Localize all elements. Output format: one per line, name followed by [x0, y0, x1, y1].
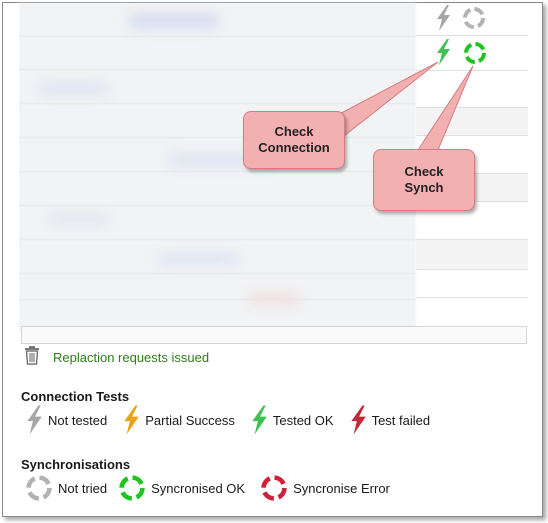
- trash-icon[interactable]: [23, 345, 41, 370]
- sync-green-icon: [119, 475, 145, 501]
- legend-syncronised-ok: Syncronised OK: [117, 473, 245, 503]
- sync-gray-icon[interactable]: [461, 5, 487, 31]
- bolt-gray-icon[interactable]: [434, 4, 452, 32]
- legend-not-tested: Not tested: [24, 404, 107, 436]
- check-connection-callout: Check Connection: [243, 111, 345, 169]
- bolt-orange-icon: [124, 405, 140, 435]
- connection-tests-title: Connection Tests: [21, 389, 130, 404]
- status-message: Replaction requests issued: [53, 349, 210, 365]
- sync-green-icon[interactable]: [462, 40, 488, 66]
- legend-tested-ok: Tested OK: [249, 404, 334, 436]
- bolt-green-icon: [252, 405, 267, 435]
- legend-partial-success: Partial Success: [121, 404, 235, 436]
- legend-syncronise-error: Syncronise Error: [259, 473, 390, 503]
- blurred-content-panel: [19, 3, 416, 332]
- legend-test-failed: Test failed: [348, 404, 430, 436]
- legend-not-tried: Not tried: [24, 473, 107, 503]
- sync-legend: Not tried Syncronised OK Syncronise Erro…: [24, 473, 404, 503]
- connection-legend: Not tested Partial Success Tested OK Tes…: [24, 404, 444, 436]
- table-footer-bar: [21, 326, 527, 344]
- sync-gray-icon: [26, 475, 52, 501]
- bolt-green-icon[interactable]: [434, 38, 452, 66]
- bolt-red-icon: [350, 405, 366, 435]
- bolt-gray-icon: [27, 405, 42, 435]
- status-row: Replaction requests issued: [23, 345, 210, 370]
- synchronisations-title: Synchronisations: [21, 457, 131, 472]
- check-synch-callout: Check Synch: [373, 149, 475, 211]
- sync-red-icon: [261, 475, 287, 501]
